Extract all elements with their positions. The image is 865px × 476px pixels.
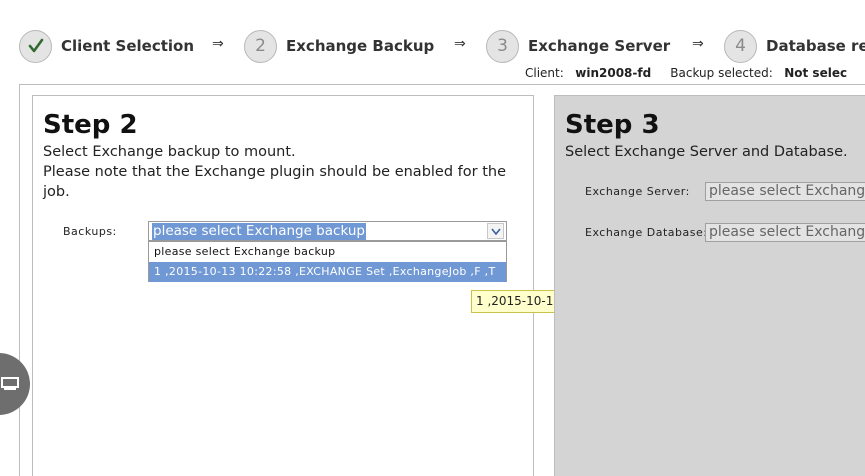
step2-description-line2: Please note that the Exchange plugin sho…: [43, 164, 507, 180]
step-arrow: ⇒: [692, 36, 704, 52]
step2-description-line3: job.: [43, 184, 70, 200]
step-label: Exchange Server: [528, 37, 671, 55]
backups-select[interactable]: please select Exchange backup: [148, 221, 507, 241]
selection-status: Client: win2008-fd Backup selected: Not …: [525, 66, 847, 80]
step-database-restore[interactable]: 4 Database re: [724, 28, 865, 64]
client-value: win2008-fd: [575, 66, 652, 80]
step-client-selection[interactable]: Client Selection: [19, 28, 194, 64]
step-label: Client Selection: [61, 37, 195, 55]
exchange-database-label: Exchange Database:: [585, 226, 708, 239]
client-label: Client:: [525, 66, 564, 80]
step-exchange-server[interactable]: 3 Exchange Server: [486, 28, 670, 64]
step-arrow: ⇒: [212, 36, 224, 52]
step-exchange-backup[interactable]: 2 Exchange Backup: [244, 28, 434, 64]
backup-selected-label: Backup selected:: [670, 66, 773, 80]
checkmark-icon: [19, 29, 52, 63]
step3-description: Select Exchange Server and Database.: [565, 144, 848, 160]
backup-selected-value: Not selec: [784, 66, 848, 80]
exchange-database-select[interactable]: please select Exchange d: [705, 223, 865, 242]
step-number: 3: [486, 29, 519, 63]
step2-description-line1: Select Exchange backup to mount.: [43, 144, 296, 160]
backup-option[interactable]: please select Exchange backup: [149, 242, 506, 262]
step2-title: Step 2: [43, 110, 138, 140]
wizard-steps: Client Selection ⇒ 2 Exchange Backup ⇒ 3…: [0, 28, 865, 64]
chevron-down-icon[interactable]: [487, 223, 504, 239]
exchange-server-select[interactable]: please select Exchange s: [705, 182, 865, 201]
step-label: Database re: [766, 37, 865, 55]
exchange-server-label: Exchange Server:: [585, 185, 690, 198]
step-number: 2: [244, 29, 277, 63]
backups-dropdown-list: please select Exchange backup 1 ,2015-10…: [148, 241, 507, 282]
backups-label: Backups:: [63, 225, 117, 238]
backups-select-value: please select Exchange backup: [152, 223, 366, 240]
step3-title: Step 3: [565, 110, 660, 140]
step-arrow: ⇒: [454, 36, 466, 52]
step-label: Exchange Backup: [286, 37, 435, 55]
step-number: 4: [724, 29, 757, 63]
screen-icon: [1, 377, 19, 390]
backup-option-highlighted[interactable]: 1 ,2015-10-13 10:22:58 ,EXCHANGE Set ,Ex…: [149, 262, 506, 282]
